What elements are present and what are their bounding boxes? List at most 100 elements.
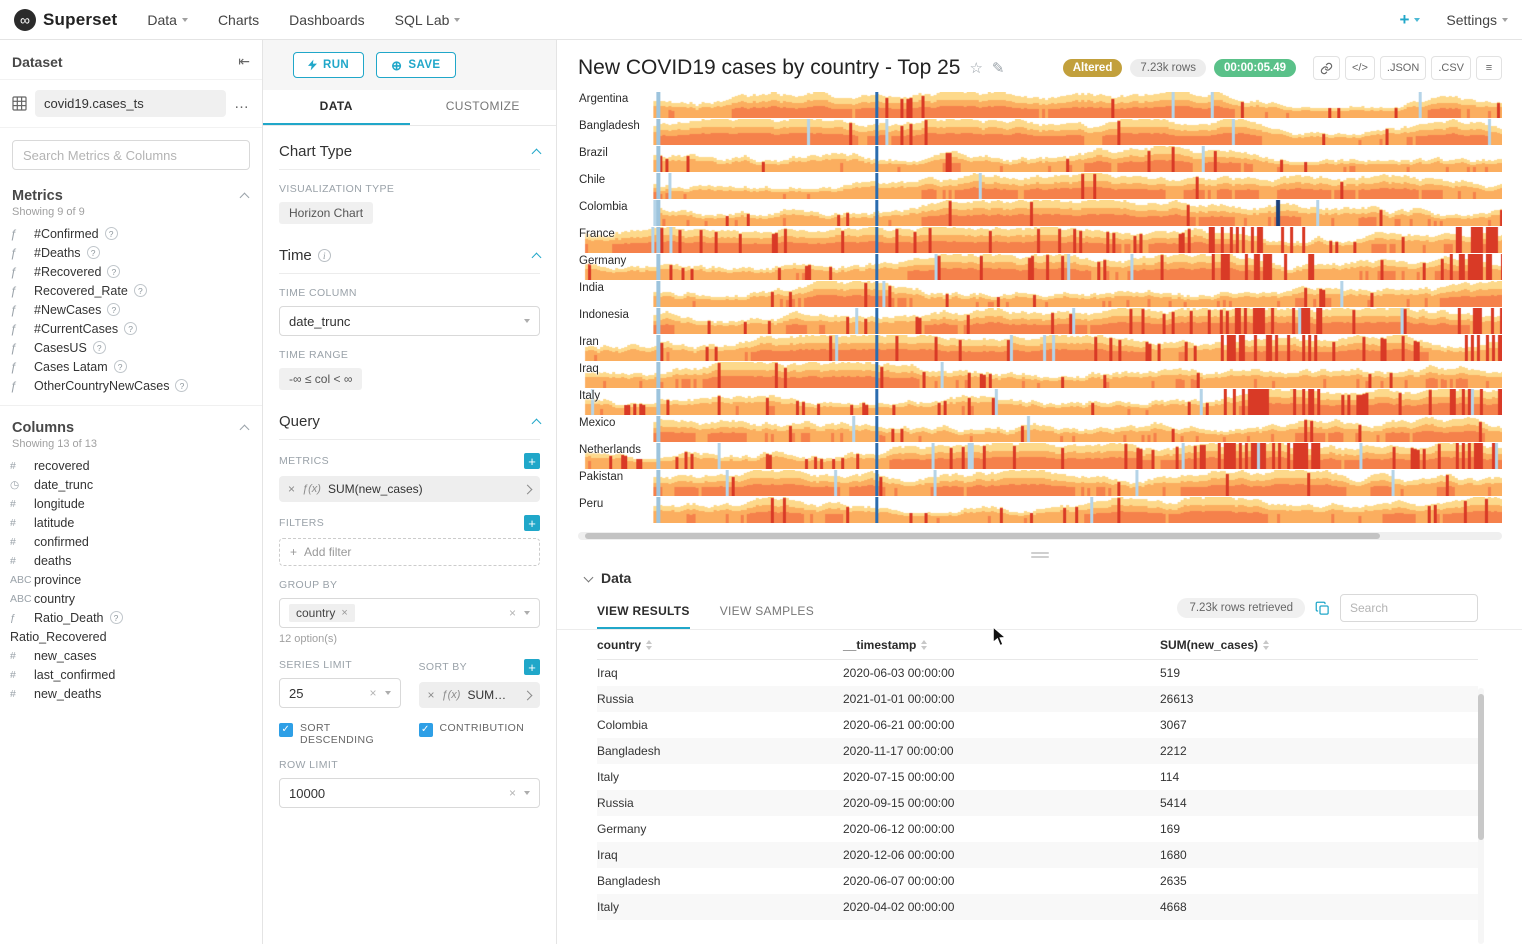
horizon-row[interactable]: Iran	[578, 335, 1502, 362]
tab-view-samples[interactable]: VIEW SAMPLES	[720, 594, 814, 629]
favorite-star-icon[interactable]: ☆	[969, 61, 982, 76]
table-row[interactable]: Russia 2021-01-01 00:00:00 26613	[597, 686, 1478, 712]
column-item[interactable]: # new_cases	[0, 646, 262, 665]
column-item[interactable]: Ratio_Recovered	[0, 627, 262, 646]
time-column-select[interactable]: date_trunc	[279, 306, 540, 336]
results-vertical-scrollbar[interactable]	[1478, 688, 1484, 944]
tab-view-results[interactable]: VIEW RESULTS	[597, 594, 690, 629]
altered-badge[interactable]: Altered	[1063, 59, 1123, 77]
table-row[interactable]: Italy 2020-04-02 00:00:00 4668	[597, 894, 1478, 920]
add-filter-dropzone[interactable]: + Add filter	[279, 538, 540, 566]
column-header-country[interactable]: country	[597, 638, 843, 652]
horizon-row[interactable]: Netherlands	[578, 443, 1502, 470]
group-by-select[interactable]: country × ×	[279, 598, 540, 628]
table-row[interactable]: Italy 2020-07-15 00:00:00 114	[597, 764, 1478, 790]
horizon-row[interactable]: India	[578, 281, 1502, 308]
column-item[interactable]: ƒ Ratio_Death ?	[0, 608, 262, 627]
sort-icon[interactable]	[921, 640, 927, 650]
add-metric-button[interactable]: +	[524, 453, 540, 469]
settings-menu[interactable]: Settings	[1446, 12, 1508, 28]
help-icon[interactable]: ?	[105, 227, 118, 240]
row-limit-select[interactable]: 10000 ×	[279, 778, 540, 808]
metric-item[interactable]: ƒ #CurrentCases ?	[0, 319, 262, 338]
metrics-section-header[interactable]: Metrics	[0, 182, 262, 204]
column-item[interactable]: # recovered	[0, 456, 262, 475]
export-json-button[interactable]: .JSON	[1380, 56, 1426, 80]
horizon-row[interactable]: France	[578, 227, 1502, 254]
column-item[interactable]: # confirmed	[0, 532, 262, 551]
table-row[interactable]: Iraq 2020-06-03 00:00:00 519	[597, 660, 1478, 686]
table-row[interactable]: Russia 2020-09-15 00:00:00 5414	[597, 790, 1478, 816]
horizon-row[interactable]: Argentina	[578, 92, 1502, 119]
help-icon[interactable]: ?	[114, 360, 127, 373]
clear-icon[interactable]: ×	[509, 786, 516, 800]
column-item[interactable]: # latitude	[0, 513, 262, 532]
chart-title[interactable]: New COVID19 cases by country - Top 25	[578, 56, 960, 80]
navbar-menu-item[interactable]: Charts	[218, 12, 259, 28]
metric-item[interactable]: ƒ OtherCountryNewCases ?	[0, 376, 262, 395]
horizon-row[interactable]: Germany	[578, 254, 1502, 281]
table-row[interactable]: Bangladesh 2020-11-17 00:00:00 2212	[597, 738, 1478, 764]
export-csv-button[interactable]: .CSV	[1431, 56, 1471, 80]
tab-data[interactable]: DATA	[263, 90, 410, 125]
column-header-timestamp[interactable]: __timestamp	[843, 638, 1160, 652]
series-limit-select[interactable]: 25 ×	[279, 678, 401, 708]
collapse-panel-icon[interactable]: ⇤	[238, 53, 250, 70]
dataset-more-options-icon[interactable]: …	[234, 95, 250, 112]
horizon-row[interactable]: Italy	[578, 389, 1502, 416]
edit-properties-icon[interactable]: ✎	[992, 61, 1005, 76]
column-item[interactable]: # deaths	[0, 551, 262, 570]
column-item[interactable]: # last_confirmed	[0, 665, 262, 684]
horizon-row[interactable]: Brazil	[578, 146, 1502, 173]
help-icon[interactable]: ?	[87, 246, 100, 259]
scrollbar-thumb[interactable]	[585, 533, 1380, 539]
horizon-row[interactable]: Bangladesh	[578, 119, 1502, 146]
contribution-checkbox[interactable]: CONTRIBUTION	[419, 722, 541, 746]
add-sort-by-button[interactable]: +	[524, 659, 540, 675]
horizon-row[interactable]: Chile	[578, 173, 1502, 200]
superset-brand[interactable]: ∞ Superset	[14, 9, 117, 31]
metric-item[interactable]: ƒ CasesUS ?	[0, 338, 262, 357]
remove-tag-icon[interactable]: ×	[341, 607, 347, 619]
copy-data-button[interactable]	[1315, 601, 1330, 616]
help-icon[interactable]: ?	[124, 322, 137, 335]
help-icon[interactable]: ?	[107, 303, 120, 316]
help-icon[interactable]: ?	[93, 341, 106, 354]
time-range-value[interactable]: -∞ ≤ col < ∞	[279, 368, 362, 390]
metric-option[interactable]: × ƒ(x) SUM(new_cases)	[279, 476, 540, 502]
metric-item[interactable]: ƒ Cases Latam ?	[0, 357, 262, 376]
results-panel-toggle[interactable]: Data	[557, 564, 1522, 590]
scrollbar-thumb[interactable]	[1478, 694, 1484, 840]
section-chart-type[interactable]: Chart Type	[279, 128, 540, 170]
embed-code-button[interactable]: </>	[1345, 56, 1375, 80]
remove-metric-icon[interactable]: ×	[288, 482, 295, 496]
metric-item[interactable]: ƒ Recovered_Rate ?	[0, 281, 262, 300]
section-time[interactable]: Time i	[279, 232, 540, 274]
dataset-name[interactable]: covid19.cases_ts	[35, 90, 226, 117]
help-icon[interactable]: ?	[134, 284, 147, 297]
chart-menu-button[interactable]: ≡	[1476, 56, 1502, 80]
copy-link-button[interactable]	[1313, 56, 1340, 80]
help-icon[interactable]: ?	[110, 611, 123, 624]
column-item[interactable]: ABC province	[0, 570, 262, 589]
horizon-row[interactable]: Indonesia	[578, 308, 1502, 335]
table-row[interactable]: Germany 2020-06-12 00:00:00 169	[597, 816, 1478, 842]
search-metrics-columns-input[interactable]	[12, 140, 250, 170]
section-query[interactable]: Query	[279, 398, 540, 440]
table-row[interactable]: Bangladesh 2020-06-07 00:00:00 2635	[597, 868, 1478, 894]
column-item[interactable]: ◷ date_trunc	[0, 475, 262, 494]
help-icon[interactable]: ?	[107, 265, 120, 278]
chevron-right-icon[interactable]	[523, 690, 533, 700]
sort-descending-checkbox[interactable]: SORT DESCENDING	[279, 722, 401, 746]
run-button[interactable]: RUN	[293, 52, 364, 78]
metric-item[interactable]: ƒ #Deaths ?	[0, 243, 262, 262]
sort-by-option[interactable]: × ƒ(x) SUM(new_cases)	[419, 682, 541, 708]
horizon-row[interactable]: Pakistan	[578, 470, 1502, 497]
clear-icon[interactable]: ×	[509, 606, 516, 620]
panel-resize-handle[interactable]	[1029, 552, 1051, 558]
sort-icon[interactable]	[646, 640, 652, 650]
navbar-menu-item[interactable]: Dashboards	[289, 12, 365, 28]
checkbox-checked-icon[interactable]	[279, 723, 293, 737]
navbar-menu-item[interactable]: SQL Lab	[395, 12, 461, 28]
viz-type-value[interactable]: Horizon Chart	[279, 202, 373, 224]
